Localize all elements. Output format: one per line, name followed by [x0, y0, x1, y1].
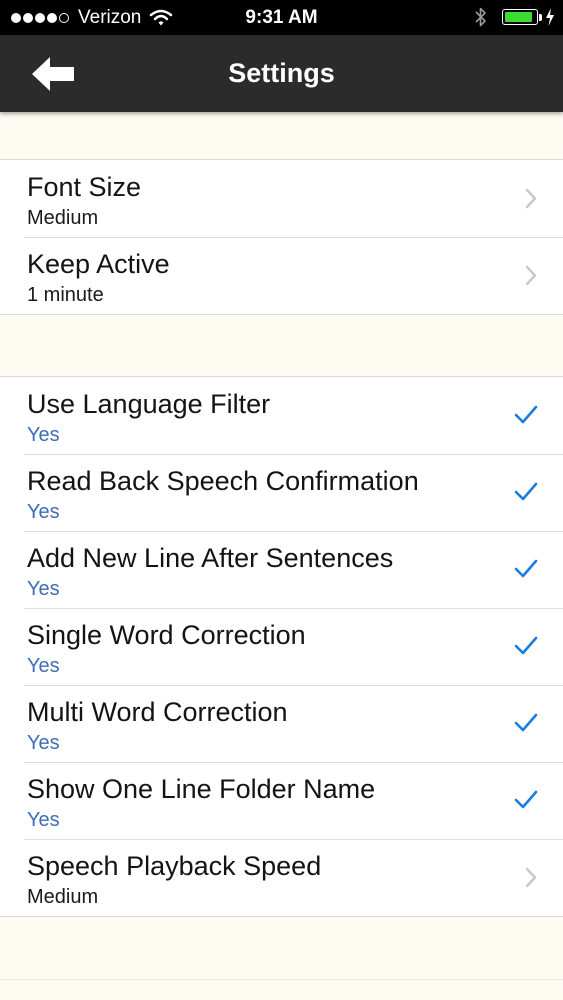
- settings-row[interactable]: Keep Active 1 minute: [0, 237, 563, 314]
- row-title: Show One Line Folder Name: [27, 774, 376, 804]
- row-title: Use Language Filter: [27, 389, 271, 419]
- row-value: Medium: [27, 207, 99, 229]
- row-value: Yes: [27, 732, 60, 754]
- settings-group-speech: Use Language Filter Yes Read Back Speech C…: [0, 376, 563, 917]
- status-right: [474, 6, 555, 28]
- checkmark-icon: [514, 636, 538, 655]
- row-value: 1 minute: [27, 284, 104, 306]
- row-title: Speech Playback Speed: [27, 851, 322, 881]
- settings-row[interactable]: Read Back Speech Confirmation Yes: [0, 454, 563, 531]
- checkmark-icon: [514, 482, 538, 501]
- row-title: Multi Word Correction: [27, 697, 288, 727]
- charging-bolt-icon: [546, 8, 554, 26]
- row-value: Yes: [27, 501, 60, 523]
- row-title: Read Back Speech Confirmation: [27, 466, 419, 496]
- status-bar: Verizon 9:31 AM: [0, 0, 563, 35]
- divider: [0, 979, 563, 980]
- chevron-right-icon: [525, 188, 537, 209]
- row-title: Add New Line After Sentences: [27, 543, 394, 573]
- row-value: Yes: [27, 655, 60, 677]
- row-value: Yes: [27, 424, 60, 446]
- settings-row[interactable]: Font Size Medium: [0, 160, 563, 237]
- checkmark-icon: [514, 405, 538, 424]
- settings-row[interactable]: Multi Word Correction Yes: [0, 685, 563, 762]
- battery-cap: [539, 13, 542, 21]
- checkmark-icon: [514, 790, 538, 809]
- settings-row[interactable]: Speech Playback Speed Medium: [0, 839, 563, 916]
- row-value: Yes: [27, 578, 60, 600]
- chevron-right-icon: [525, 867, 537, 888]
- row-title: Keep Active: [27, 249, 170, 279]
- settings-group-display: Font Size Medium Keep Active 1 minute: [0, 159, 563, 315]
- settings-row[interactable]: Add New Line After Sentences Yes: [0, 531, 563, 608]
- settings-row[interactable]: Use Language Filter Yes: [0, 377, 563, 454]
- row-value: Medium: [27, 886, 99, 908]
- bluetooth-icon: [475, 7, 486, 27]
- page-title: Settings: [228, 58, 335, 88]
- navigation-bar: Settings: [0, 35, 563, 112]
- row-value: Yes: [27, 809, 60, 831]
- row-title: Font Size: [27, 172, 142, 202]
- row-title: Single Word Correction: [27, 620, 306, 650]
- settings-row[interactable]: Show One Line Folder Name Yes: [0, 762, 563, 839]
- checkmark-icon: [514, 713, 538, 732]
- settings-row[interactable]: Single Word Correction Yes: [0, 608, 563, 685]
- battery-icon: [502, 9, 538, 25]
- checkmark-icon: [514, 559, 538, 578]
- chevron-right-icon: [525, 265, 537, 286]
